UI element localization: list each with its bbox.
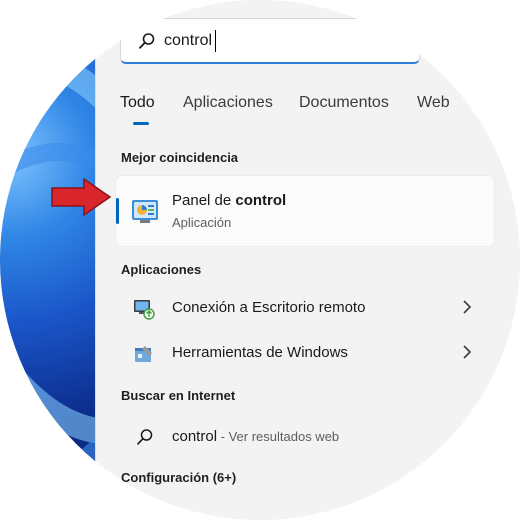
annotation-arrow-icon	[51, 177, 112, 217]
remote-desktop-icon	[134, 300, 155, 320]
search-query-text: control	[164, 32, 213, 49]
best-match-subtitle: Aplicación	[172, 215, 232, 230]
tab-aplicaciones[interactable]: Aplicaciones	[183, 94, 273, 112]
best-match-heading: Mejor coincidencia	[121, 150, 239, 165]
search-icon	[137, 429, 153, 445]
app-label: Herramientas de Windows	[172, 344, 348, 361]
chevron-right-icon[interactable]	[462, 344, 472, 360]
best-match-title: Panel de control	[172, 192, 287, 209]
apps-heading: Aplicaciones	[121, 262, 202, 277]
windows-tools-icon	[135, 346, 152, 362]
search-input[interactable]: control	[120, 18, 420, 64]
desktop-wallpaper	[0, 0, 255, 520]
best-match-result[interactable]: Panel de control Aplicación	[116, 176, 494, 246]
tab-web[interactable]: Web	[417, 94, 450, 112]
app-result-remote-desktop[interactable]: Conexión a Escritorio remoto	[116, 288, 494, 328]
tab-todo[interactable]: Todo	[120, 94, 155, 112]
control-panel-icon	[132, 200, 158, 223]
circular-crop: control Todo Aplicaciones Documentos Web…	[0, 0, 520, 520]
web-search-result[interactable]: control - Ver resultados web	[116, 420, 494, 456]
tab-documentos[interactable]: Documentos	[299, 94, 389, 112]
text-caret	[215, 30, 216, 52]
selection-indicator	[116, 198, 119, 224]
search-icon	[139, 33, 155, 49]
active-tab-indicator	[133, 122, 149, 125]
settings-heading: Configuración (6+)	[121, 470, 237, 485]
app-label: Conexión a Escritorio remoto	[172, 299, 366, 316]
web-search-text: control - Ver resultados web	[172, 428, 340, 445]
app-result-windows-tools[interactable]: Herramientas de Windows	[116, 333, 494, 373]
internet-heading: Buscar en Internet	[121, 388, 236, 403]
chevron-right-icon[interactable]	[462, 299, 472, 315]
